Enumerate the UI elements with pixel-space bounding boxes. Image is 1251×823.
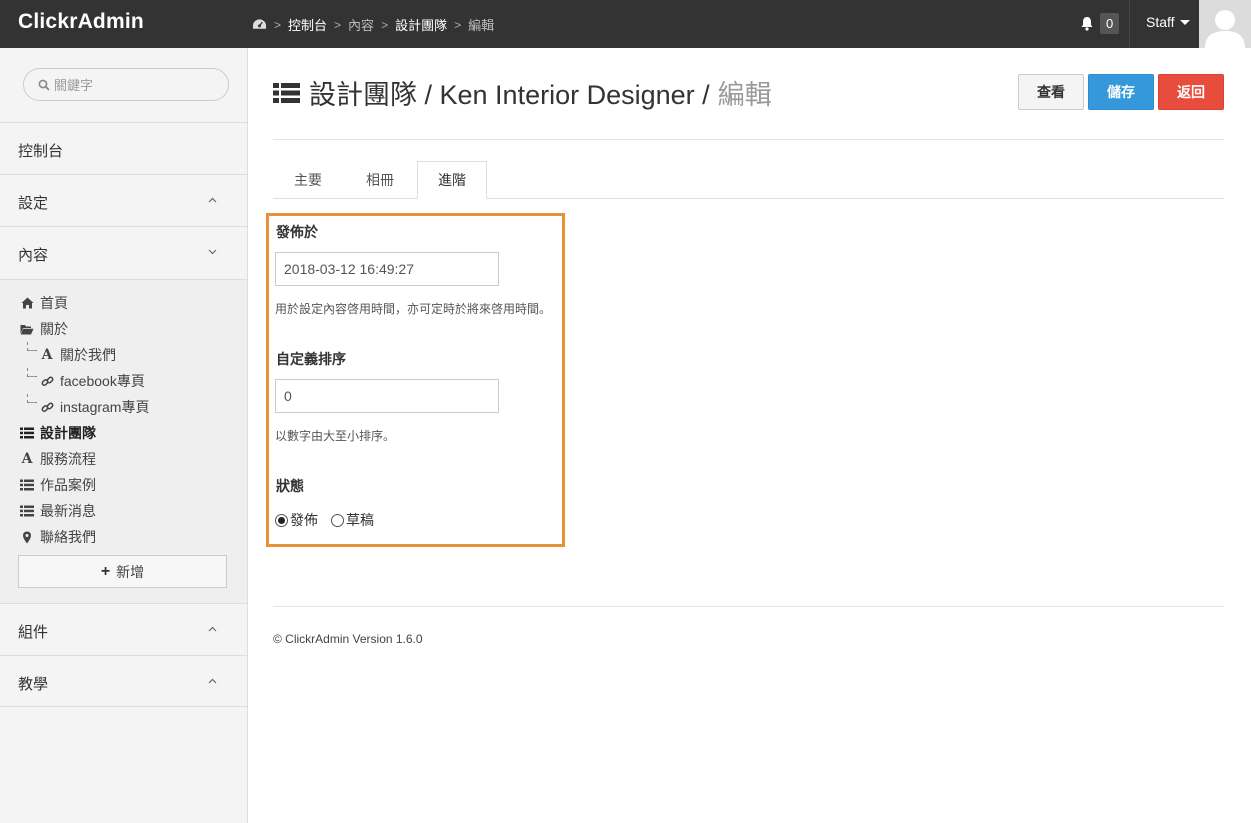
chevron-up-icon: [208, 626, 217, 632]
breadcrumb-item-design-team[interactable]: 設計團隊: [395, 15, 447, 34]
publish-date-label: 發佈於: [276, 224, 318, 240]
sidebar: 控制台 設定 內容 首頁 關於 A 關於我們 facebook專頁: [0, 48, 248, 823]
list-icon: [20, 479, 34, 491]
list-icon: [20, 505, 34, 517]
breadcrumb-item-dashboard[interactable]: 控制台: [288, 15, 327, 34]
breadcrumb: > 控制台 > 內容 > 設計團隊 > 編輯: [252, 15, 494, 34]
notification-count-badge: 0: [1100, 13, 1120, 34]
top-navbar: ClickrAdmin > 控制台 > 內容 > 設計團隊 > 編輯 0 Sta…: [0, 0, 1251, 48]
publish-date-help: 用於設定內容啓用時間，亦可定時於將來啓用時間。: [275, 302, 552, 316]
sidebar-section-label: 組件: [18, 624, 49, 641]
user-menu[interactable]: Staff: [1146, 14, 1190, 30]
sidebar-item-label: 關於我們: [60, 347, 116, 363]
tab-bar: 主要 相冊 進階: [273, 161, 1224, 199]
sidebar-item-service-process[interactable]: A 服務流程: [20, 450, 96, 468]
sidebar-item-label: 作品案例: [40, 477, 96, 493]
advanced-form: 發佈於 用於設定內容啓用時間，亦可定時於將來啓用時間。 自定義排序 以數字由大至…: [266, 213, 565, 547]
font-icon: A: [41, 347, 53, 363]
folder-open-icon: [20, 324, 34, 334]
home-icon: [21, 297, 33, 309]
page-title-text: 設計團隊 / Ken Interior Designer /: [309, 80, 710, 110]
sort-order-help: 以數字由大至小排序。: [275, 429, 396, 443]
status-option-label[interactable]: 草稿: [346, 510, 374, 530]
breadcrumb-item-content[interactable]: 內容: [348, 15, 374, 34]
bell-icon: [1081, 17, 1093, 31]
sidebar-section-settings[interactable]: 設定: [0, 174, 247, 226]
sidebar-item-label: facebook專頁: [60, 373, 145, 389]
user-menu-label: Staff: [1146, 14, 1175, 30]
sort-order-input[interactable]: [275, 379, 499, 413]
list-icon: [273, 82, 300, 103]
back-button[interactable]: 返回: [1158, 74, 1224, 110]
sort-order-label: 自定義排序: [276, 351, 346, 367]
add-item-button[interactable]: + 新增: [18, 555, 227, 588]
sidebar-item-label: 服務流程: [40, 451, 96, 467]
sidebar-section-content[interactable]: 內容: [0, 226, 247, 278]
sidebar-item-label: 設計團隊: [40, 425, 96, 441]
sidebar-item-news[interactable]: 最新消息: [20, 502, 96, 520]
caret-down-icon: [1179, 19, 1190, 25]
tab-main[interactable]: 主要: [273, 161, 343, 199]
breadcrumb-item-edit: 編輯: [468, 18, 495, 33]
tab-album[interactable]: 相冊: [345, 161, 415, 199]
chevron-up-icon: [208, 197, 217, 203]
sidebar-item-label: 聯絡我們: [40, 529, 96, 545]
sidebar-section-dashboard[interactable]: 控制台: [0, 122, 247, 174]
sidebar-section-label: 設定: [18, 195, 49, 212]
footer-version: © ClickrAdmin Version 1.6.0: [273, 632, 423, 646]
sidebar-item-contact[interactable]: 聯絡我們: [20, 528, 96, 546]
page-title: 設計團隊 / Ken Interior Designer / 編輯: [273, 73, 772, 112]
brand-logo[interactable]: ClickrAdmin: [18, 10, 144, 34]
sidebar-item-label: 最新消息: [40, 503, 96, 519]
sidebar-section-label: 內容: [18, 247, 49, 264]
link-icon: [41, 376, 53, 386]
content-submenu: 首頁 關於 A 關於我們 facebook專頁 instagram專頁 設計團隊: [0, 279, 247, 604]
sidebar-item-about-us[interactable]: A 關於我們: [40, 346, 116, 364]
sidebar-item-portfolio[interactable]: 作品案例: [20, 476, 96, 494]
map-marker-icon: [23, 531, 31, 543]
status-radio-group: 發佈 草稿: [275, 510, 387, 530]
tree-connector: [27, 342, 37, 351]
chevron-down-icon: [208, 249, 217, 255]
sidebar-item-home[interactable]: 首頁: [20, 294, 68, 312]
list-icon: [20, 427, 34, 439]
dashboard-icon[interactable]: [252, 18, 267, 31]
sidebar-item-label: 首頁: [40, 295, 68, 311]
user-silhouette-icon: [1205, 10, 1245, 48]
avatar[interactable]: [1199, 0, 1251, 48]
sidebar-section-tutorials[interactable]: 教學: [0, 655, 247, 707]
footer-divider: [273, 606, 1224, 607]
publish-date-input[interactable]: [275, 252, 499, 286]
add-item-label: 新增: [116, 563, 145, 580]
sidebar-item-about[interactable]: 關於: [20, 320, 68, 338]
tree-connector: [27, 394, 37, 403]
status-radio-draft[interactable]: [331, 513, 344, 527]
search-icon: [38, 79, 50, 91]
view-button[interactable]: 查看: [1018, 74, 1084, 110]
header-divider: [273, 139, 1224, 140]
page-title-suffix: 編輯: [717, 80, 772, 110]
chevron-up-icon: [208, 678, 217, 684]
status-option-label[interactable]: 發佈: [290, 510, 318, 530]
status-label: 狀態: [276, 478, 304, 494]
tree-connector: [27, 368, 37, 377]
sidebar-section-components[interactable]: 組件: [0, 603, 247, 655]
search-input[interactable]: [54, 75, 224, 95]
plus-icon: +: [100, 562, 111, 580]
sidebar-item-design-team[interactable]: 設計團隊: [20, 424, 96, 442]
save-button[interactable]: 儲存: [1088, 74, 1154, 110]
link-icon: [41, 402, 53, 412]
sidebar-item-facebook[interactable]: facebook專頁: [40, 372, 145, 390]
sidebar-section-label: 教學: [18, 676, 49, 693]
font-icon: A: [21, 451, 33, 467]
navbar-divider: [1129, 0, 1130, 48]
tab-advanced[interactable]: 進階: [417, 161, 487, 199]
sidebar-item-instagram[interactable]: instagram專頁: [40, 398, 149, 416]
notifications[interactable]: 0: [1080, 13, 1120, 34]
sidebar-item-label: instagram專頁: [60, 399, 150, 415]
sidebar-section-label: 控制台: [18, 143, 64, 160]
sidebar-search: [23, 68, 229, 101]
status-radio-published[interactable]: [275, 513, 288, 527]
sidebar-item-label: 關於: [40, 321, 68, 337]
